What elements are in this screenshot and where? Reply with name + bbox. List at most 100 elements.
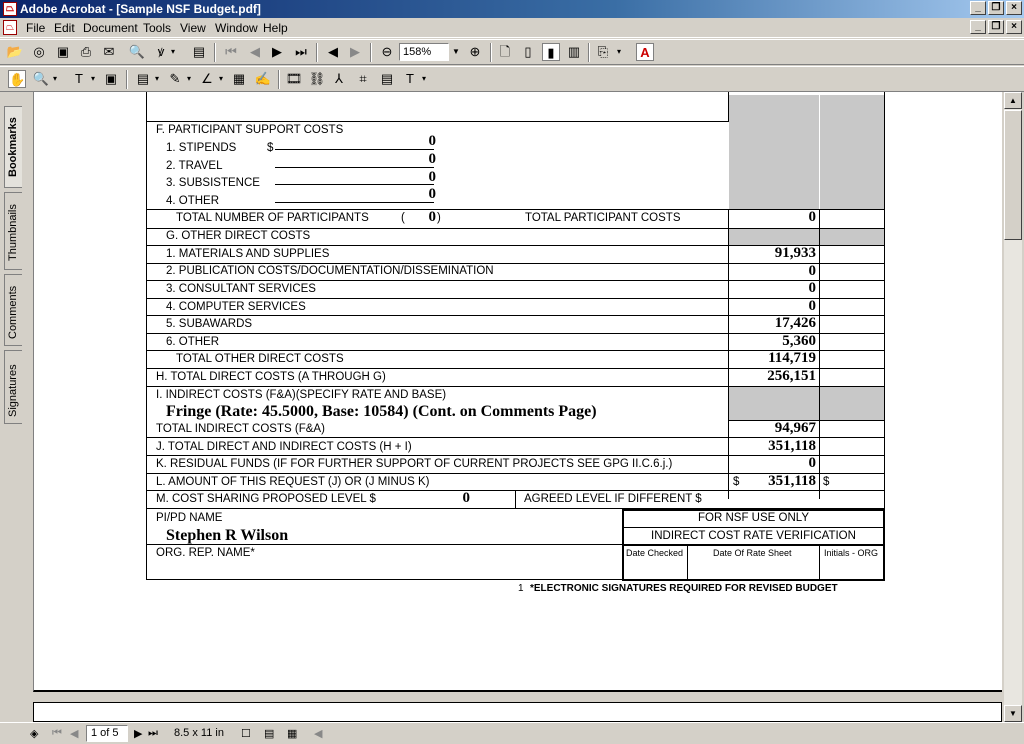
- prev-page-status-icon[interactable]: ◀: [70, 727, 78, 740]
- tab-comments-label: Comments: [7, 285, 19, 339]
- save-icon[interactable]: ▣: [54, 43, 72, 61]
- menu-view[interactable]: View: [180, 21, 206, 35]
- publication-label: 2. PUBLICATION COSTS/DOCUMENTATION/DISSE…: [166, 265, 494, 277]
- fit-visible-icon[interactable]: ▥: [565, 43, 583, 61]
- highlight-dropdown-icon[interactable]: ▾: [216, 70, 226, 88]
- go-forward-icon[interactable]: ▶: [346, 43, 364, 61]
- rule: [146, 228, 885, 229]
- total-participant-label: TOTAL PARTICIPANT COSTS: [525, 212, 681, 224]
- first-page-status-icon[interactable]: ⏮: [52, 727, 62, 740]
- doc-restore-button[interactable]: ❐: [988, 20, 1004, 34]
- document-icon[interactable]: ⏢: [3, 20, 17, 35]
- note-dropdown-icon[interactable]: ▾: [152, 70, 162, 88]
- article-tool-icon[interactable]: ⅄: [330, 70, 348, 88]
- adobe-logo-icon[interactable]: A: [636, 43, 654, 61]
- materials-value: 91,933: [774, 245, 816, 261]
- rule: [687, 545, 688, 580]
- last-page-icon[interactable]: ⏭: [292, 43, 310, 61]
- next-page-status-icon[interactable]: ▶: [134, 727, 142, 740]
- snapshot-icon[interactable]: ▣: [102, 70, 120, 88]
- doc-close-button[interactable]: ×: [1006, 20, 1022, 34]
- menu-file[interactable]: File: [26, 21, 45, 35]
- computer-label: 4. COMPUTER SERVICES: [166, 301, 306, 313]
- minimize-button[interactable]: _: [970, 1, 986, 15]
- page-number-field[interactable]: 1 of 5: [86, 725, 128, 742]
- shaded-cell: [820, 95, 884, 209]
- scroll-thumb[interactable]: [1004, 110, 1022, 240]
- fit-page-icon[interactable]: ▯: [519, 43, 537, 61]
- search-icon[interactable]: 🔍: [128, 43, 146, 61]
- go-back-icon[interactable]: ◀: [324, 43, 342, 61]
- org-rep-label: ORG. REP. NAME*: [156, 547, 255, 559]
- tab-signatures[interactable]: Signatures: [4, 350, 22, 424]
- zoom-tool-dropdown-icon[interactable]: ▾: [50, 70, 60, 88]
- zoom-out-icon[interactable]: ⊖: [378, 43, 396, 61]
- crop-tool-icon[interactable]: ⌗: [354, 70, 372, 88]
- hscroll-left-icon[interactable]: ◀: [314, 727, 322, 740]
- highlight-tool-icon[interactable]: ∠: [198, 70, 216, 88]
- tab-signatures-label: Signatures: [7, 364, 19, 417]
- rotate-dropdown-icon[interactable]: ▾: [614, 43, 624, 61]
- hand-tool-icon[interactable]: ✋: [8, 70, 26, 88]
- spell-check-icon[interactable]: ▦: [230, 70, 248, 88]
- doc-minimize-button[interactable]: _: [970, 20, 986, 34]
- menu-help[interactable]: Help: [263, 21, 288, 35]
- text-select-dropdown-icon[interactable]: ▾: [88, 70, 98, 88]
- note-tool-icon[interactable]: ▤: [134, 70, 152, 88]
- actual-size-icon[interactable]: 🗋: [496, 43, 514, 61]
- continuous-facing-icon[interactable]: ▦: [287, 727, 297, 740]
- zoom-dropdown-icon[interactable]: ▼: [449, 43, 463, 61]
- first-page-icon[interactable]: ⏮: [222, 43, 240, 61]
- email-icon[interactable]: ✉: [100, 43, 118, 61]
- total-participant-value: 0: [808, 209, 817, 225]
- close-button[interactable]: ×: [1006, 1, 1022, 15]
- menu-edit[interactable]: Edit: [54, 21, 75, 35]
- restore-button[interactable]: ❐: [988, 1, 1004, 15]
- single-page-icon[interactable]: ☐: [241, 727, 251, 740]
- rule: [515, 491, 516, 508]
- tab-bookmarks[interactable]: Bookmarks: [4, 106, 22, 188]
- rotate-view-icon[interactable]: ⎘: [594, 43, 612, 61]
- menu-tools[interactable]: Tools: [143, 21, 171, 35]
- next-page-icon[interactable]: ▶: [268, 43, 286, 61]
- residual-funds-value: 0: [808, 455, 817, 471]
- text-select-icon[interactable]: T: [70, 70, 88, 88]
- touchup-dropdown-icon[interactable]: ▾: [419, 70, 429, 88]
- acrobat-open-icon[interactable]: ◎: [30, 43, 48, 61]
- zoom-in-icon[interactable]: ⊕: [466, 43, 484, 61]
- find-dropdown-icon[interactable]: ▾: [168, 43, 178, 61]
- last-page-status-icon[interactable]: ⏭: [148, 727, 158, 740]
- toggle-panel-icon[interactable]: ◈: [30, 727, 38, 740]
- form-tool-icon[interactable]: ▤: [378, 70, 396, 88]
- indirect-rate-text: Fringe (Rate: 45.5000, Base: 10584) (Con…: [166, 403, 597, 420]
- print-icon[interactable]: ⎙: [77, 43, 95, 61]
- tab-comments[interactable]: Comments: [4, 274, 22, 346]
- travel-label: 2. TRAVEL: [166, 160, 223, 172]
- stipends-value: 0: [428, 133, 437, 149]
- zoom-tool-icon[interactable]: 🔍: [32, 70, 50, 88]
- menu-document[interactable]: Document: [83, 21, 138, 35]
- pencil-tool-icon[interactable]: ✎: [166, 70, 184, 88]
- movie-tool-icon[interactable]: 🎞: [285, 70, 303, 88]
- rule: [622, 527, 885, 528]
- sign-tool-icon[interactable]: ✍: [254, 70, 272, 88]
- scroll-down-icon[interactable]: ▼: [1004, 705, 1022, 722]
- menu-window[interactable]: Window: [215, 21, 258, 35]
- date-rate-sheet-label: Date Of Rate Sheet: [713, 548, 792, 558]
- link-tool-icon[interactable]: ⛓: [308, 70, 326, 88]
- rule: [146, 121, 729, 122]
- vertical-scrollbar[interactable]: ▲ ▼: [1004, 92, 1022, 722]
- fit-width-icon[interactable]: ▮: [542, 43, 560, 61]
- scroll-up-icon[interactable]: ▲: [1004, 92, 1022, 109]
- show-navigation-icon[interactable]: ▤: [190, 43, 208, 61]
- g-other-value: 5,360: [782, 333, 816, 349]
- touchup-text-icon[interactable]: T: [401, 70, 419, 88]
- zoom-input[interactable]: 158%: [399, 43, 449, 61]
- pencil-dropdown-icon[interactable]: ▾: [184, 70, 194, 88]
- open-icon[interactable]: 📂: [6, 43, 24, 61]
- travel-value: 0: [428, 151, 437, 167]
- previous-page-icon[interactable]: ◀: [246, 43, 264, 61]
- continuous-icon[interactable]: ▤: [264, 727, 274, 740]
- consultant-label: 3. CONSULTANT SERVICES: [166, 283, 316, 295]
- tab-thumbnails[interactable]: Thumbnails: [4, 192, 22, 270]
